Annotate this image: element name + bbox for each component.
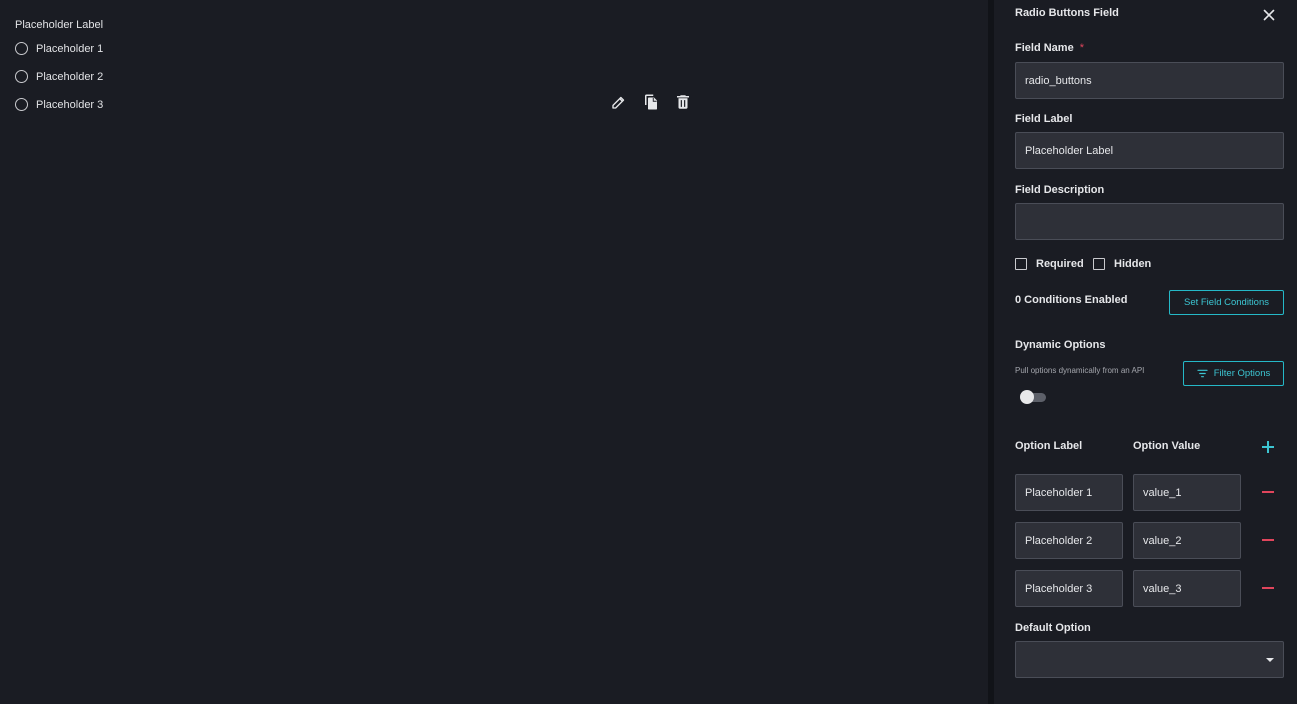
pencil-icon bbox=[612, 96, 625, 109]
preview-radio-option[interactable]: Placeholder 2 bbox=[15, 70, 103, 83]
delete-field-button[interactable] bbox=[674, 93, 692, 111]
hidden-checkbox-row[interactable]: Hidden bbox=[1093, 258, 1151, 270]
toggle-knob bbox=[1020, 390, 1034, 404]
preview-field-label: Placeholder Label bbox=[15, 19, 104, 31]
preview-radio-option[interactable]: Placeholder 3 bbox=[15, 98, 103, 111]
option-value-input[interactable] bbox=[1133, 522, 1241, 559]
option-label-input[interactable] bbox=[1015, 474, 1123, 511]
option-value-header: Option Value bbox=[1133, 440, 1201, 452]
required-checkbox-row[interactable]: Required bbox=[1015, 258, 1084, 270]
field-name-input[interactable] bbox=[1015, 62, 1284, 99]
option-label-input[interactable] bbox=[1015, 570, 1123, 607]
field-name-label: Field Name * bbox=[1015, 42, 1084, 54]
default-option-select[interactable] bbox=[1015, 641, 1284, 678]
default-option-label: Default Option bbox=[1015, 622, 1091, 634]
dynamic-options-title: Dynamic Options bbox=[1015, 339, 1106, 351]
preview-radio-label: Placeholder 1 bbox=[36, 42, 104, 55]
panel-title: Radio Buttons Field bbox=[1015, 7, 1119, 19]
preview-radio-label: Placeholder 3 bbox=[36, 98, 104, 111]
required-asterisk: * bbox=[1079, 42, 1084, 54]
conditions-count: 0 Conditions Enabled bbox=[1015, 294, 1128, 306]
field-name-label-text: Field Name bbox=[1015, 42, 1074, 54]
radio-circle-icon[interactable] bbox=[15, 42, 28, 55]
option-label-header: Option Label bbox=[1015, 440, 1083, 452]
edit-field-button[interactable] bbox=[610, 93, 628, 111]
field-toolbar bbox=[610, 93, 692, 111]
option-label-input[interactable] bbox=[1015, 522, 1123, 559]
preview-radio-label: Placeholder 2 bbox=[36, 70, 104, 83]
filter-icon bbox=[1197, 369, 1208, 378]
add-option-button[interactable] bbox=[1262, 441, 1274, 453]
field-label-input[interactable] bbox=[1015, 132, 1284, 169]
set-field-conditions-button[interactable]: Set Field Conditions bbox=[1169, 290, 1284, 315]
radio-circle-icon[interactable] bbox=[15, 70, 28, 83]
dynamic-options-toggle[interactable] bbox=[1020, 390, 1046, 404]
required-checkbox[interactable] bbox=[1015, 258, 1027, 270]
chevron-down-icon bbox=[1266, 658, 1274, 662]
field-label-label: Field Label bbox=[1015, 113, 1073, 125]
option-value-input[interactable] bbox=[1133, 474, 1241, 511]
field-description-input[interactable] bbox=[1015, 203, 1284, 240]
remove-option-button[interactable] bbox=[1262, 587, 1274, 589]
copy-icon bbox=[645, 94, 657, 110]
dynamic-options-note: Pull options dynamically from an API bbox=[1015, 366, 1145, 375]
option-value-input[interactable] bbox=[1133, 570, 1241, 607]
close-button[interactable] bbox=[1262, 8, 1276, 22]
filter-options-button[interactable]: Filter Options bbox=[1183, 361, 1284, 386]
duplicate-field-button[interactable] bbox=[642, 93, 660, 111]
field-settings-panel: Radio Buttons Field Field Name * Field La… bbox=[994, 0, 1297, 704]
hidden-checkbox[interactable] bbox=[1093, 258, 1105, 270]
remove-option-button[interactable] bbox=[1262, 491, 1274, 493]
filter-options-label: Filter Options bbox=[1213, 368, 1271, 379]
close-icon bbox=[1263, 9, 1275, 21]
form-preview-canvas: Placeholder Label Placeholder 1 Placehol… bbox=[0, 0, 988, 704]
remove-option-button[interactable] bbox=[1262, 539, 1274, 541]
required-checkbox-label: Required bbox=[1036, 258, 1084, 270]
hidden-checkbox-label: Hidden bbox=[1114, 258, 1152, 270]
trash-icon bbox=[677, 95, 689, 109]
field-description-label: Field Description bbox=[1015, 184, 1105, 196]
preview-radio-option[interactable]: Placeholder 1 bbox=[15, 42, 103, 55]
radio-circle-icon[interactable] bbox=[15, 98, 28, 111]
